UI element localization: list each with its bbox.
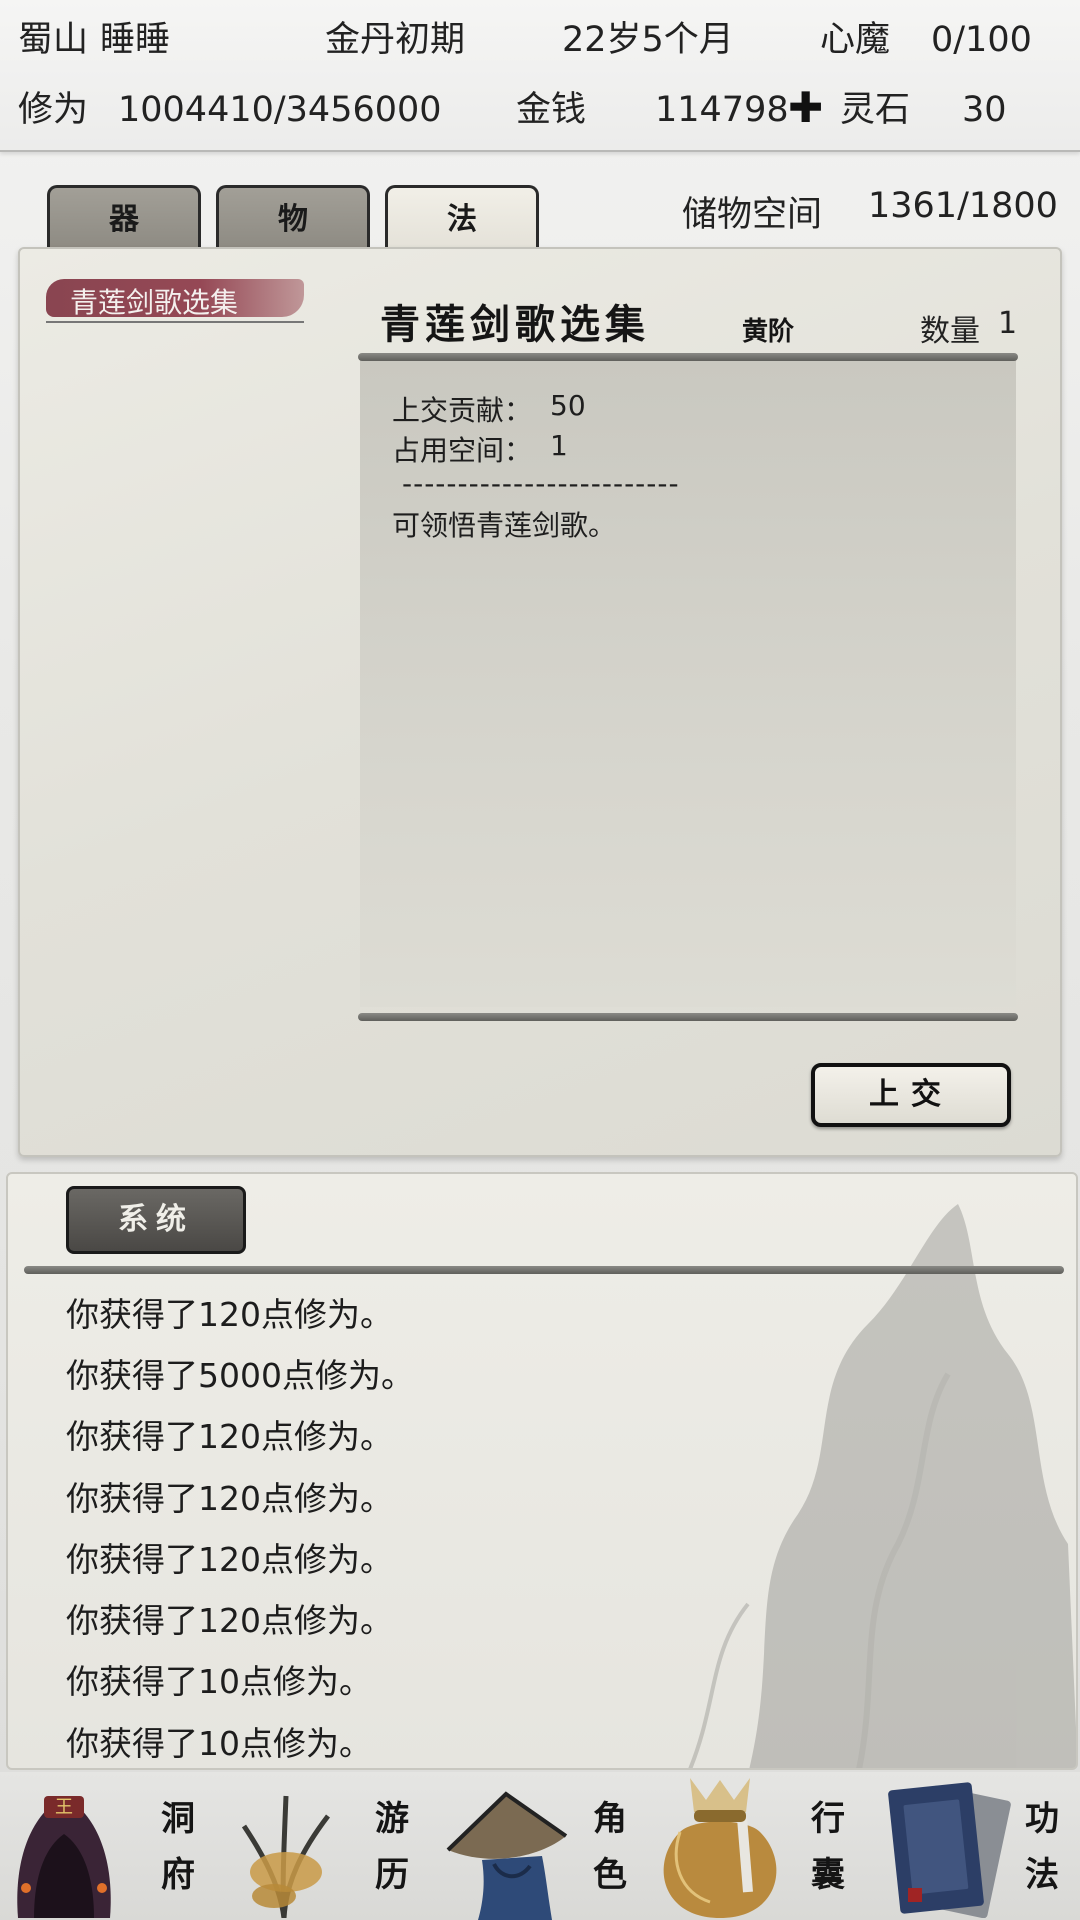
- tab-items[interactable]: 物: [216, 185, 370, 251]
- bag-icon: [663, 1778, 777, 1918]
- log-message: 你获得了120点修为。: [66, 1540, 393, 1579]
- nav-techniques-label-top: 功: [1025, 1799, 1059, 1839]
- nav-cave[interactable]: 王 洞 府: [0, 1772, 210, 1920]
- log-message: 你获得了120点修为。: [66, 1295, 393, 1334]
- item-name: 青莲剑歌选集: [70, 286, 239, 319]
- character-icon: [446, 1791, 568, 1920]
- item-panel: 青莲剑歌选集 青莲剑歌选集 黄阶 数量 1 上交贡献： 50 占用空间： 1 -…: [18, 247, 1062, 1157]
- bottom-nav: 王 洞 府 游 历 角 色 行 囊 功 法: [0, 1772, 1080, 1920]
- nav-cave-label-bottom: 府: [161, 1855, 195, 1895]
- player-age: 22岁5个月: [562, 20, 734, 60]
- sect-name: 蜀山: [18, 20, 89, 60]
- contribution-label: 上交贡献：: [392, 394, 533, 427]
- scroll-book-icon: [888, 1782, 1011, 1918]
- separator-line: -------------------------: [402, 467, 680, 500]
- svg-text:王: 王: [55, 1797, 73, 1818]
- nav-character[interactable]: 角 色: [432, 1772, 646, 1920]
- spirit-stone-value: 30: [962, 90, 1007, 130]
- cave-dwelling-icon: 王: [17, 1796, 111, 1918]
- cultivation-realm: 金丹初期: [325, 20, 466, 60]
- nav-character-label-bottom: 色: [593, 1855, 627, 1895]
- divider: [358, 353, 1018, 361]
- money-label: 金钱: [516, 90, 587, 130]
- list-item[interactable]: 青莲剑歌选集: [46, 277, 304, 323]
- log-message: 你获得了120点修为。: [66, 1601, 393, 1640]
- tab-system-log[interactable]: 系统: [66, 1186, 246, 1254]
- nav-bag-label-top: 行: [811, 1799, 845, 1839]
- contribution-value: 50: [550, 389, 586, 422]
- log-message: 你获得了10点修为。: [66, 1662, 372, 1701]
- item-grade: 黄阶: [742, 317, 795, 347]
- divider: [24, 1266, 1064, 1274]
- nav-travel[interactable]: 游 历: [214, 1772, 428, 1920]
- space-label: 占用空间：: [392, 434, 533, 467]
- submit-button[interactable]: 上交: [811, 1063, 1011, 1127]
- spirit-cross-icon: ✚: [788, 83, 824, 132]
- system-log-panel: 系统 你获得了120点修为。 你获得了5000点修为。 你获得了120点修为。 …: [6, 1172, 1078, 1770]
- item-description: 可领悟青莲剑歌。: [392, 509, 617, 542]
- nav-techniques-label-bottom: 法: [1025, 1855, 1059, 1895]
- cultivation-value: 1004410/3456000: [118, 90, 442, 130]
- spirit-stone-label: 灵石: [840, 90, 911, 130]
- nav-bag[interactable]: 行 囊: [650, 1772, 864, 1920]
- nav-techniques[interactable]: 功 法: [868, 1772, 1080, 1920]
- tab-techniques[interactable]: 法: [385, 185, 539, 251]
- player-name: 睡睡: [100, 20, 171, 60]
- heart-demon-value: 0/100: [931, 20, 1032, 60]
- nav-travel-label-top: 游: [375, 1799, 409, 1839]
- log-message: 你获得了120点修为。: [66, 1479, 393, 1518]
- cultivation-label: 修为: [18, 90, 89, 130]
- log-message: 你获得了5000点修为。: [66, 1356, 414, 1395]
- space-value: 1: [550, 429, 568, 462]
- quantity-label: 数量: [920, 314, 980, 349]
- nav-cave-label-top: 洞: [161, 1799, 195, 1839]
- quantity-value: 1: [998, 306, 1018, 341]
- nav-travel-label-bottom: 历: [375, 1855, 409, 1895]
- money-value: 114798: [655, 90, 789, 130]
- heart-demon-label: 心魔: [820, 20, 891, 60]
- divider: [358, 1013, 1018, 1021]
- tab-equipment[interactable]: 器: [47, 185, 201, 251]
- item-title: 青莲剑歌选集: [380, 301, 650, 348]
- log-message: 你获得了10点修为。: [66, 1724, 372, 1763]
- storage-label: 储物空间: [682, 195, 823, 235]
- storage-value: 1361/1800: [868, 186, 1058, 226]
- status-bar: 蜀山 睡睡 金丹初期 22岁5个月 心魔 0/100 修为 1004410/34…: [0, 0, 1080, 152]
- nav-character-label-top: 角: [593, 1799, 627, 1839]
- log-message: 你获得了120点修为。: [66, 1417, 393, 1456]
- travel-icon: [241, 1795, 330, 1918]
- nav-bag-label-bottom: 囊: [811, 1855, 845, 1895]
